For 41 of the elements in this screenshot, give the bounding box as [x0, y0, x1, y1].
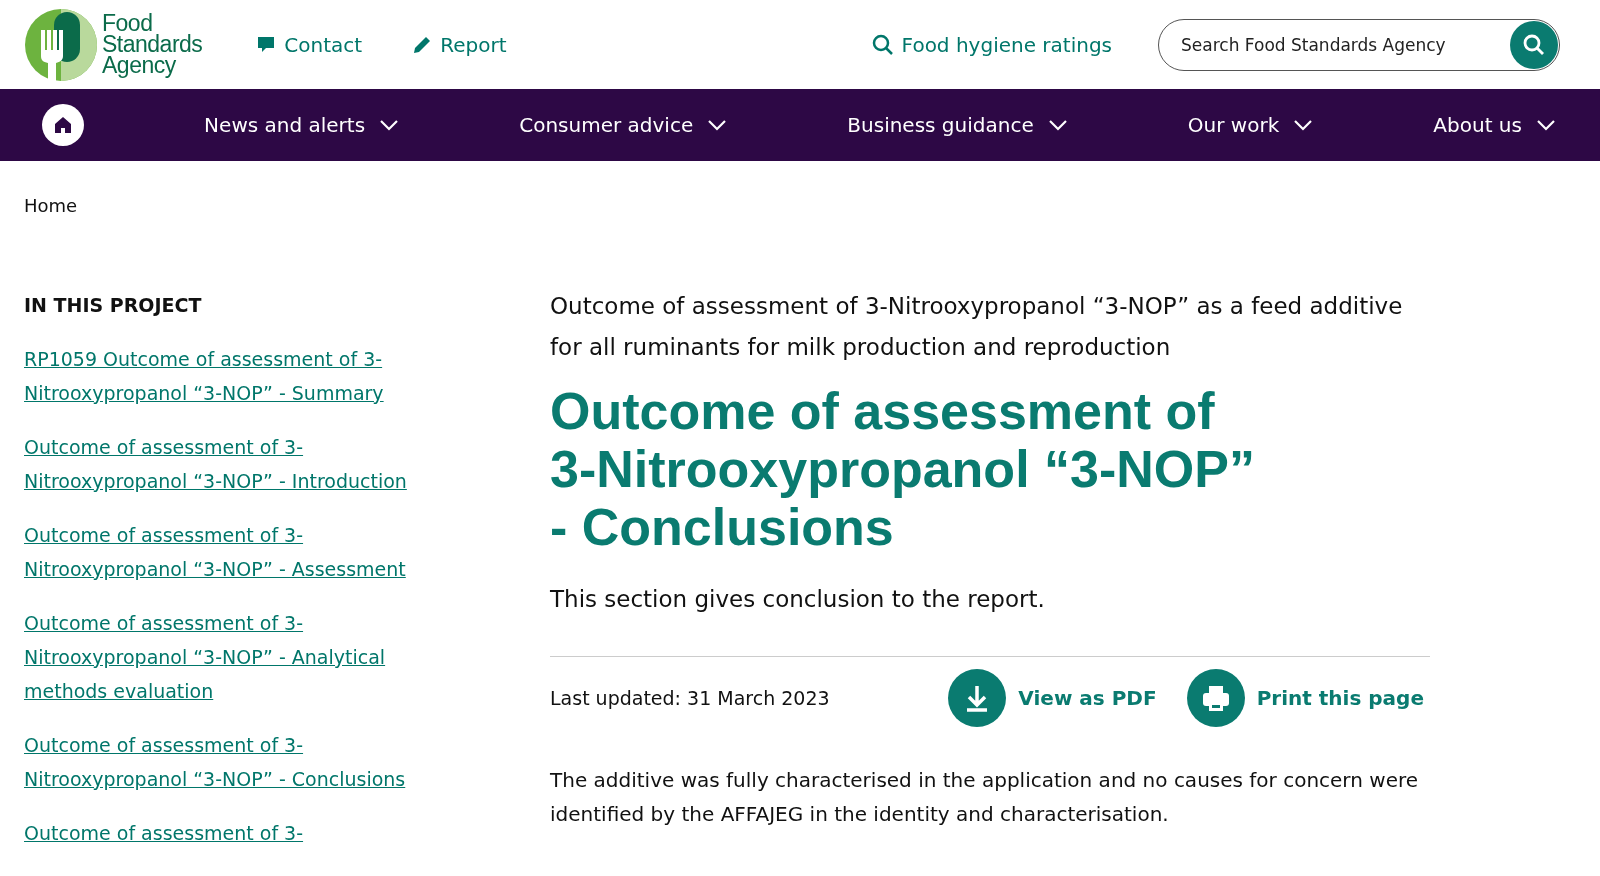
sidebar-link[interactable]: Outcome of assessment of 3-Nitrooxypropanol “3-NOP” - Conclusions — [24, 728, 434, 796]
download-icon — [948, 669, 1007, 727]
sidebar-link[interactable]: Outcome of assessment of 3-Nitrooxypropanol “3-NOP” - Analytical methods evaluation — [24, 606, 434, 708]
nav-menu-item[interactable]: Consumer advice — [519, 113, 728, 137]
nav-menu-item[interactable]: About us — [1433, 113, 1556, 137]
header-link[interactable]: Report — [412, 32, 507, 57]
home-button[interactable] — [42, 104, 84, 146]
page-title: Outcome of assessment of 3-Nitrooxypropanol “3-NOP” - Conclusions — [550, 382, 1256, 556]
search-button[interactable] — [1510, 20, 1558, 69]
search-bar[interactable]: Search Food Standards Agency — [1158, 18, 1560, 71]
breadcrumb-link[interactable]: Home — [24, 195, 78, 216]
home-icon — [53, 115, 73, 135]
logo-text[interactable]: Food Standards Agency — [102, 13, 203, 76]
pdf-button[interactable]: View as PDF — [948, 669, 1157, 727]
sidebar-link[interactable]: Outcome of assessment of 3-Nitrooxypropanol “3-NOP” - Assessment — [24, 518, 434, 586]
speech-bubble-icon — [256, 34, 277, 55]
sidebar-link[interactable]: RP1059 Outcome of assessment of 3-Nitrooxypropanol “3-NOP” - Summary — [24, 342, 434, 410]
search-icon — [1522, 32, 1546, 57]
header-link[interactable]: Food hygiene ratings — [871, 32, 1112, 57]
pencil-icon — [412, 34, 433, 55]
sidebar-link[interactable]: Outcome of assessment of 3-Nitrooxypropanol “3-NOP” - Introduction — [24, 430, 434, 498]
nav-menu-item[interactable]: News and alerts — [204, 113, 400, 137]
body-text: The additive was fully characterised in the application and no causes for concern were identified by the AFFAJEG in the identity and characterisation. — [550, 767, 1420, 828]
sidebar-link[interactable]: Outcome of assessment of 3- — [24, 816, 434, 850]
printer-icon — [1186, 669, 1245, 727]
chevron-down-icon — [1535, 119, 1556, 131]
parent-title: Outcome of assessment of 3-Nitrooxypropanol “3-NOP” as a feed additive for all ruminants for milk production and reproduction — [550, 292, 1404, 362]
print-button[interactable]: Print this page — [1186, 669, 1424, 727]
logo-icon[interactable] — [24, 7, 98, 82]
nav-menu-item[interactable]: Business guidance — [847, 113, 1068, 137]
search-field[interactable]: Search Food Standards Agency — [1179, 33, 1510, 56]
last-updated-text: Last updated: 31 March 2023 — [550, 687, 830, 709]
chevron-down-icon — [707, 119, 728, 131]
chevron-down-icon — [1293, 119, 1314, 131]
header-link[interactable]: Contact — [256, 32, 363, 57]
chevron-down-icon — [1047, 119, 1068, 131]
summary-text: This section gives conclusion to the report. — [550, 586, 1046, 612]
nav-menu-item[interactable]: Our work — [1187, 113, 1314, 137]
search-icon — [871, 33, 894, 56]
chevron-down-icon — [379, 119, 400, 131]
sidebar-heading: IN THIS PROJECT — [24, 294, 202, 316]
